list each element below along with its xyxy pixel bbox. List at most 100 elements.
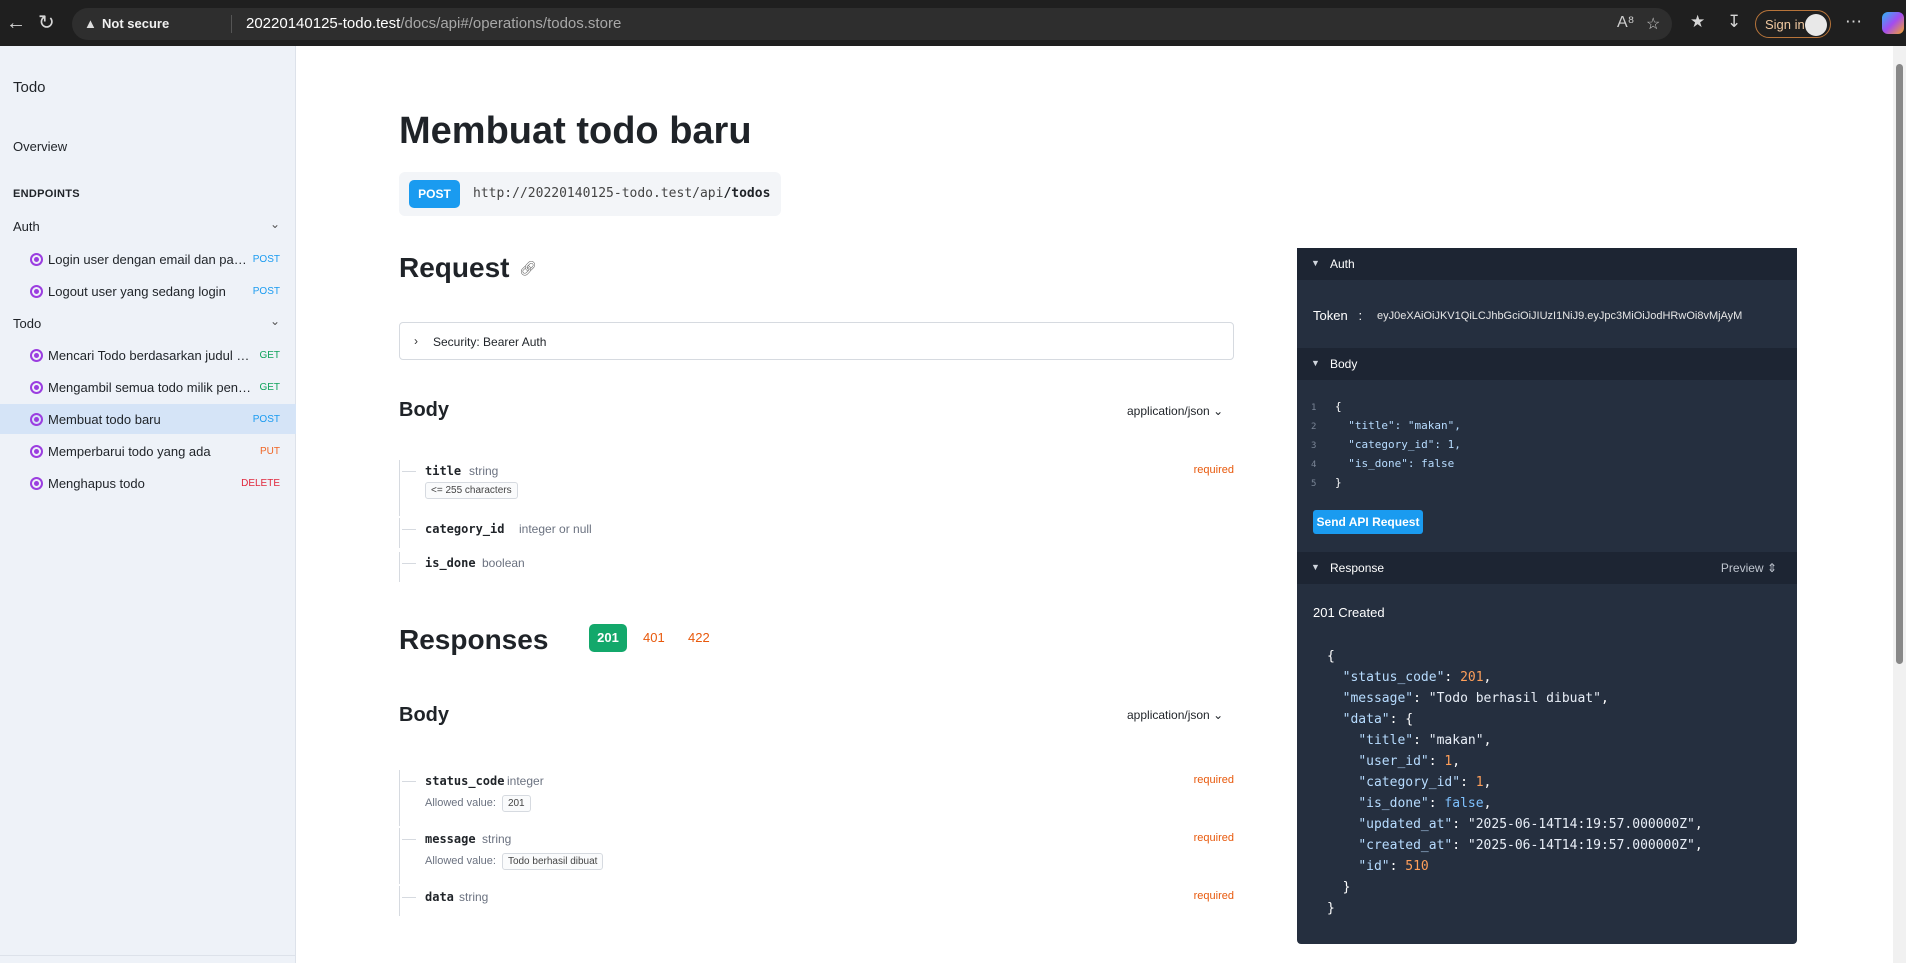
page-title: Membuat todo baru [399,110,752,152]
request-heading: Request [399,252,510,283]
response-tab-401[interactable]: 401 [643,630,665,645]
sidebar-item-label: Login user dengan email dan passw... [48,252,253,267]
endpoints-heading: ENDPOINTS [13,188,80,200]
field-name: title [425,464,462,478]
code-line: 5} [1311,474,1461,493]
field-title: title string required <= 255 characters [399,460,1234,516]
page-scrollbar[interactable] [1893,46,1906,963]
sidebar-item-list-todos[interactable]: Mengambil semua todo milik penggu... GET [0,372,296,402]
favorite-star-icon[interactable]: ☆ [1646,14,1660,34]
chevron-down-icon: ⌄ [1213,708,1224,722]
back-icon[interactable]: ← [6,11,26,35]
sidebar: Todo Overview ENDPOINTS Auth ⌄ Login use… [0,46,296,963]
copilot-icon[interactable] [1882,12,1904,34]
send-api-request-button[interactable]: Send API Request [1313,510,1423,534]
code-text: "title": "makan", [1335,419,1461,432]
method-badge: DELETE [241,478,280,489]
sidebar-item-label: Logout user yang sedang login [48,284,226,299]
chevron-down-icon: ⌄ [1213,404,1224,418]
field-is-done: is_done boolean [399,552,1234,582]
url-path: /docs/api#/operations/todos.store [400,15,622,32]
field-name: category_id [425,522,505,536]
endpoint-url[interactable]: http://20220140125-todo.test/api/todos [473,186,770,201]
allowed-label: Allowed value: [425,855,496,867]
refresh-icon[interactable]: ↻ [38,11,55,35]
method-badge: PUT [260,446,280,457]
sidebar-item-label: Memperbarui todo yang ada [48,444,211,459]
sidebar-item-create-todo[interactable]: Membuat todo baru POST [0,404,296,434]
line-number: 2 [1311,422,1317,432]
field-name: is_done [425,556,476,570]
response-content-type-select[interactable]: application/json ⌄ [1127,708,1223,722]
tree-line [402,781,416,782]
warning-icon: ▲ [84,16,97,31]
response-tab-201[interactable]: 201 [589,624,627,652]
sidebar-item-label: Membuat todo baru [48,412,161,427]
sidebar-group-label: Todo [13,316,42,331]
required-label: required [1193,890,1234,902]
request-body-heading: Body [399,399,449,421]
preview-select[interactable]: Preview ⇕ [1721,561,1777,575]
tree-line [399,518,400,548]
method-badge: POST [409,180,460,208]
code-line: 3 "category_id": 1, [1311,436,1461,455]
browser-toolbar: ← ↻ ▲ Not secure 20220140125-todo.test/d… [0,0,1906,46]
code-text: "category_id": 1, [1335,438,1461,451]
tree-line [402,897,416,898]
read-aloud-icon[interactable]: A⁸ [1617,14,1634,32]
tree-line [399,460,400,516]
sidebar-footer [0,955,296,963]
not-secure-label[interactable]: Not secure [102,16,169,31]
response-status: 201 Created [1313,605,1385,620]
sidebar-group-auth[interactable]: Auth ⌄ [0,211,296,241]
sign-in-button[interactable]: Sign in [1755,10,1831,38]
content-type-select[interactable]: application/json ⌄ [1127,404,1223,418]
token-label: Token : [1313,308,1362,323]
method-badge: POST [252,254,280,265]
code-line: 4 "is_done": false [1311,455,1461,474]
line-number: 5 [1311,479,1317,489]
endpoint-icon [30,445,43,458]
scrollbar-thumb[interactable] [1896,64,1903,664]
sidebar-item-logout[interactable]: Logout user yang sedang login POST [0,276,296,306]
sidebar-group-label: Auth [13,219,40,234]
field-type: string [469,464,499,478]
security-label: Security: Bearer Auth [433,335,547,349]
response-tab-422[interactable]: 422 [688,630,710,645]
downloads-icon[interactable]: ↧ [1727,12,1741,32]
token-input[interactable]: eyJ0eXAiOiJKV1QiLCJhbGciOiJIUzI1NiJ9.eyJ… [1377,310,1782,322]
sidebar-item-overview[interactable]: Overview [0,131,296,161]
field-name: status_code [425,774,505,788]
endpoint-icon [30,285,43,298]
auth-section-header[interactable]: ▼ Auth [1297,248,1797,280]
response-section-header[interactable]: ▼ Response Preview ⇕ [1297,552,1797,584]
sidebar-item-label: Mencari Todo berdasarkan judul atau... [48,348,253,363]
address-bar[interactable]: ▲ Not secure 20220140125-todo.test/docs/… [72,8,1672,40]
endpoint-icon [30,349,43,362]
sidebar-item-delete-todo[interactable]: Menghapus todo DELETE [0,468,296,498]
allowed-values: Allowed value: Todo berhasil dibuat [425,853,604,870]
url-text[interactable]: 20220140125-todo.test/docs/api#/operatio… [246,15,621,32]
url-path: /todos [723,186,771,201]
link-icon[interactable]: 🔗︎ [519,260,537,277]
sidebar-item-update-todo[interactable]: Memperbarui todo yang ada PUT [0,436,296,466]
more-menu-icon[interactable]: ⋯ [1845,12,1862,32]
body-section-header[interactable]: ▼ Body [1297,348,1797,380]
method-badge: GET [259,350,280,361]
code-line: 2 "title": "makan", [1311,417,1461,436]
favorites-icon[interactable]: ★ [1690,12,1705,32]
allowed-value-chip: 201 [501,795,531,812]
sidebar-item-label: Mengambil semua todo milik penggu... [48,380,253,395]
endpoint-icon [30,477,43,490]
tree-line [402,529,416,530]
method-badge: GET [259,382,280,393]
sidebar-item-login[interactable]: Login user dengan email dan passw... POS… [0,244,296,274]
sidebar-group-todo[interactable]: Todo ⌄ [0,308,296,338]
security-accordion[interactable]: › Security: Bearer Auth [399,322,1234,360]
collapse-triangle-icon: ▼ [1311,562,1320,572]
tree-line [399,828,400,884]
line-number: 3 [1311,441,1317,451]
field-type: string [482,832,512,846]
sidebar-item-search-todo[interactable]: Mencari Todo berdasarkan judul atau... G… [0,340,296,370]
request-body-editor[interactable]: 1{ 2 "title": "makan", 3 "category_id": … [1311,398,1461,493]
